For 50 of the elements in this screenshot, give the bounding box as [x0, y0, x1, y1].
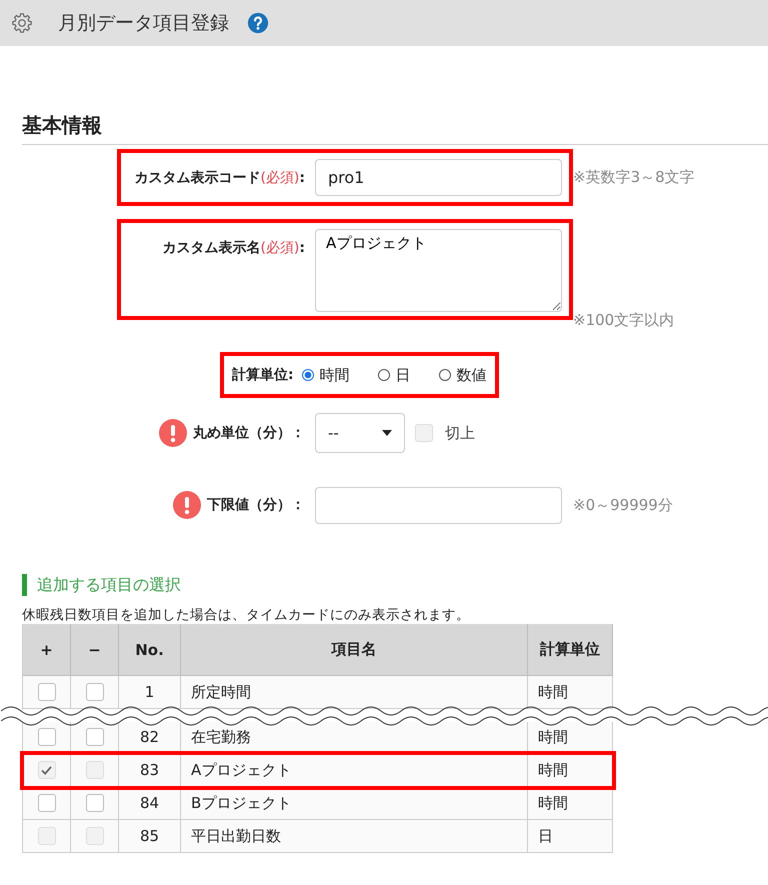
radio-option[interactable]: 日	[378, 366, 411, 384]
number-cell: 82	[140, 728, 160, 746]
field-label: 計算単位:	[232, 366, 294, 384]
remove-checkbox[interactable]	[86, 683, 104, 701]
field-label: カスタム表示コード(必須):	[134, 168, 305, 186]
settings-icon[interactable]	[11, 12, 33, 34]
page-title: 月別データ項目登録	[58, 11, 229, 36]
unit-cell: 時間	[538, 682, 568, 702]
number-cell: 84	[140, 794, 160, 812]
checkbox-label: 切上	[445, 424, 475, 442]
item-name-cell: Aプロジェクト	[191, 760, 292, 780]
code-field[interactable]: pro1	[315, 159, 562, 196]
unit-cell: 日	[538, 826, 553, 846]
subsection-title: 追加する項目の選択	[22, 574, 768, 596]
number-cell: 85	[140, 827, 160, 845]
number-cell: 1	[144, 683, 154, 701]
minimum-field[interactable]	[315, 486, 562, 524]
add-checkbox[interactable]	[38, 794, 56, 812]
checkmark-icon	[41, 766, 52, 774]
field-label: 下限値（分）：	[207, 496, 305, 514]
remove-checkbox[interactable]	[86, 728, 104, 746]
section-title: 基本情報	[22, 112, 103, 138]
help-icon[interactable]	[247, 12, 269, 34]
item-name-cell: 在宅勤務	[191, 728, 251, 746]
name-field[interactable]: Aプロジェクト	[315, 229, 562, 312]
hint-text: ※0～99999分	[573, 496, 673, 514]
column-header: −	[71, 624, 119, 676]
unit-cell: 時間	[538, 728, 568, 746]
field-label: カスタム表示名(必須):	[162, 239, 305, 257]
hint-text: ※英数字3～8文字	[573, 168, 695, 187]
item-name-cell: 所定時間	[191, 682, 251, 702]
radio-option[interactable]: 時間	[302, 366, 350, 384]
add-checkbox[interactable]	[38, 683, 56, 701]
unit-cell: 時間	[538, 794, 568, 812]
column-header: No.	[119, 624, 181, 676]
column-header: 項目名	[181, 624, 528, 676]
field-label: 丸め単位（分）：	[193, 424, 305, 442]
hint-text: ※100文字以内	[573, 311, 674, 330]
number-cell: 83	[140, 761, 160, 779]
remove-checkbox[interactable]	[86, 794, 104, 812]
item-name-cell: Bプロジェクト	[191, 794, 292, 812]
column-header: +	[23, 624, 71, 676]
add-checkbox[interactable]	[38, 728, 56, 746]
radio-option[interactable]: 数値	[438, 366, 487, 384]
item-name-cell: 平日出勤日数	[191, 826, 281, 846]
note-text: 休暇残日数項目を追加した場合は、タイムカードにのみ表示されます。	[22, 606, 471, 624]
column-header: 計算単位	[528, 624, 613, 676]
caret-icon	[382, 430, 392, 436]
unit-cell: 時間	[538, 760, 568, 780]
rounding-dropdown[interactable]: --	[315, 413, 405, 453]
